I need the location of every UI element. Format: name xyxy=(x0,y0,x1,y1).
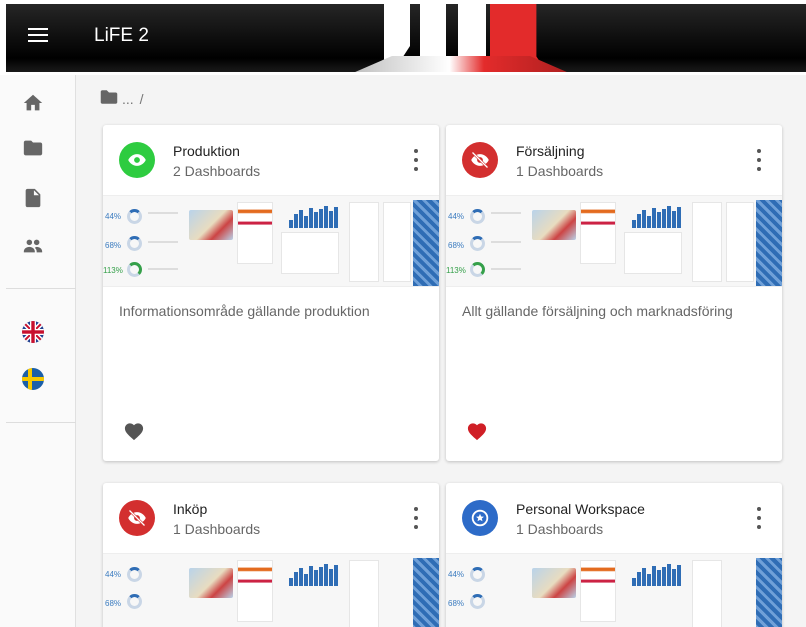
dashboard-thumbnail: 44% 68% xyxy=(446,553,782,627)
card-subtitle: 1 Dashboards xyxy=(516,521,604,537)
sweden-flag-icon[interactable] xyxy=(22,368,44,390)
header-stripe-floor xyxy=(346,56,576,72)
thumbnail-panel xyxy=(281,232,339,274)
card-title: Inköp xyxy=(173,501,208,517)
eye-off-icon xyxy=(119,500,155,536)
thumbnail-treemap xyxy=(413,200,439,286)
thumbnail-panel xyxy=(692,202,722,282)
sidebar-divider xyxy=(6,422,76,423)
card-forsaljning[interactable]: Försäljning 1 Dashboards 44% 68% 113% Al… xyxy=(446,125,782,461)
thumbnail-gauge xyxy=(127,262,142,277)
file-icon[interactable] xyxy=(22,187,44,209)
thumbnail-treemap xyxy=(756,558,782,627)
thumbnail-line xyxy=(491,268,521,270)
thumbnail-kpi: 113% xyxy=(103,266,123,275)
card-title: Försäljning xyxy=(516,143,585,159)
thumbnail-kpi: 44% xyxy=(448,570,465,579)
card-title: Personal Workspace xyxy=(516,501,645,517)
dashboard-thumbnail: 44% 68% xyxy=(103,553,439,627)
eye-off-icon xyxy=(462,142,498,178)
breadcrumb-ellipsis[interactable]: ... xyxy=(122,91,134,107)
card-description: Allt gällande försäljning och marknadsfö… xyxy=(462,303,733,319)
thumbnail-gauge xyxy=(127,594,142,609)
card-header: Försäljning 1 Dashboards xyxy=(446,125,782,195)
app-title: LiFE 2 xyxy=(94,25,149,46)
more-options-icon[interactable] xyxy=(754,149,764,171)
more-options-icon[interactable] xyxy=(754,507,764,529)
thumbnail-map xyxy=(532,568,576,598)
thumbnail-panel xyxy=(580,560,616,622)
thumbnail-bar-chart xyxy=(632,564,681,586)
breadcrumb: ... / xyxy=(100,89,144,108)
thumbnail-kpi: 68% xyxy=(105,599,122,608)
thumbnail-panel xyxy=(383,202,411,282)
thumbnail-panel xyxy=(624,232,682,274)
thumbnail-line xyxy=(148,212,178,214)
folder-icon[interactable] xyxy=(22,137,44,159)
more-options-icon[interactable] xyxy=(411,149,421,171)
sidebar-divider xyxy=(6,288,76,289)
thumbnail-panel xyxy=(726,202,754,282)
thumbnail-gauge xyxy=(470,567,485,582)
uk-flag-icon[interactable] xyxy=(22,321,44,343)
thumbnail-panel xyxy=(237,202,273,264)
card-inkop[interactable]: Inköp 1 Dashboards 44% 68% xyxy=(103,483,439,627)
breadcrumb-separator: / xyxy=(139,90,144,107)
thumbnail-line xyxy=(491,241,521,243)
thumbnail-line xyxy=(148,241,178,243)
thumbnail-gauge xyxy=(470,262,485,277)
eye-icon xyxy=(119,142,155,178)
people-icon[interactable] xyxy=(22,235,44,257)
thumbnail-map xyxy=(189,568,233,598)
card-header: Inköp 1 Dashboards xyxy=(103,483,439,553)
thumbnail-bar-chart xyxy=(289,564,338,586)
thumbnail-gauge xyxy=(470,209,485,224)
card-subtitle: 1 Dashboards xyxy=(516,163,604,179)
thumbnail-kpi: 113% xyxy=(446,266,466,275)
thumbnail-kpi: 44% xyxy=(105,570,122,579)
thumbnail-treemap xyxy=(413,558,439,627)
thumbnail-gauge xyxy=(127,236,142,251)
folder-icon[interactable] xyxy=(100,89,118,108)
thumbnail-bar-chart xyxy=(632,206,681,228)
thumbnail-map xyxy=(189,210,233,240)
thumbnail-bar-chart xyxy=(289,206,338,228)
thumbnail-panel xyxy=(349,560,379,627)
card-description: Informationsområde gällande produktion xyxy=(119,303,370,319)
home-icon[interactable] xyxy=(22,92,44,114)
card-header: Produktion 2 Dashboards xyxy=(103,125,439,195)
thumbnail-gauge xyxy=(470,236,485,251)
thumbnail-map xyxy=(532,210,576,240)
card-subtitle: 2 Dashboards xyxy=(173,163,261,179)
card-produktion[interactable]: Produktion 2 Dashboards 44% 68% 113% Inf… xyxy=(103,125,439,461)
thumbnail-gauge xyxy=(470,594,485,609)
card-subtitle: 1 Dashboards xyxy=(173,521,261,537)
thumbnail-line xyxy=(491,212,521,214)
card-personal-workspace[interactable]: Personal Workspace 1 Dashboards 44% 68% xyxy=(446,483,782,627)
favorite-heart-icon[interactable] xyxy=(466,421,488,441)
dashboard-thumbnail: 44% 68% 113% xyxy=(103,195,439,287)
app-header: LiFE 2 xyxy=(0,0,806,75)
more-options-icon[interactable] xyxy=(411,507,421,529)
card-header: Personal Workspace 1 Dashboards xyxy=(446,483,782,553)
thumbnail-panel xyxy=(349,202,379,282)
thumbnail-kpi: 68% xyxy=(105,241,122,250)
thumbnail-panel xyxy=(580,202,616,264)
thumbnail-gauge xyxy=(127,209,142,224)
thumbnail-kpi: 68% xyxy=(448,599,465,608)
favorite-heart-icon[interactable] xyxy=(123,421,145,441)
sidebar xyxy=(0,75,76,627)
thumbnail-panel xyxy=(237,560,273,622)
menu-button[interactable] xyxy=(28,28,48,44)
dashboard-thumbnail: 44% 68% 113% xyxy=(446,195,782,287)
thumbnail-line xyxy=(148,268,178,270)
thumbnail-kpi: 68% xyxy=(448,241,465,250)
thumbnail-gauge xyxy=(127,567,142,582)
star-icon xyxy=(462,500,498,536)
card-title: Produktion xyxy=(173,143,240,159)
thumbnail-kpi: 44% xyxy=(105,212,122,221)
thumbnail-treemap xyxy=(756,200,782,286)
thumbnail-panel xyxy=(692,560,722,627)
thumbnail-kpi: 44% xyxy=(448,212,465,221)
